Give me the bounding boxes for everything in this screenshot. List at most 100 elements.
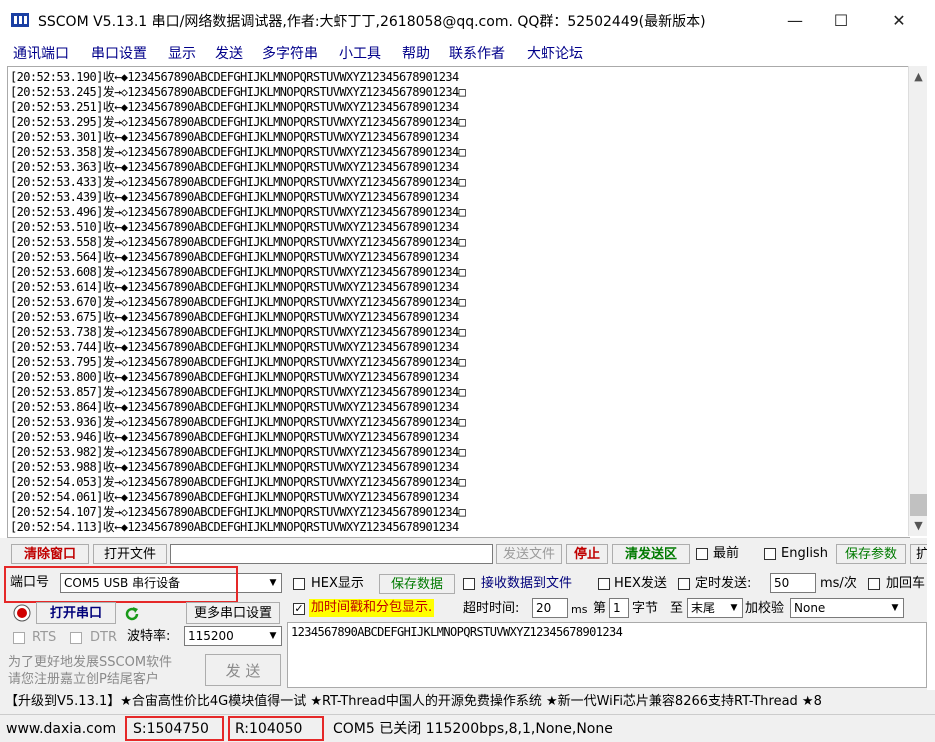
topmost-checkbox[interactable] [696, 548, 708, 560]
log-line: [20:52:53.800]收←◆1234567890ABCDEFGHIJKLM… [10, 370, 459, 384]
byte-unit-label: 字节 [632, 601, 659, 616]
save-data-button[interactable]: 保存数据 [379, 574, 455, 594]
more-serial-settings-button[interactable]: 更多串口设置 [186, 602, 280, 624]
maximize-button[interactable]: ☐ [818, 8, 864, 34]
chevron-down-icon[interactable]: ▼ [887, 599, 903, 617]
log-line: [20:52:54.107]发→◇1234567890ABCDEFGHIJKLM… [10, 505, 466, 519]
recv-to-file-checkbox[interactable] [463, 578, 475, 590]
promo-line-2[interactable]: 请您注册嘉立创P结尾客户 [8, 671, 159, 689]
scroll-thumb[interactable] [910, 494, 927, 516]
log-scrollbar[interactable]: ▲ ▼ [908, 66, 928, 536]
english-label: English [781, 546, 828, 561]
baud-rate-label: 波特率: [127, 629, 171, 644]
rts-label: RTS [32, 630, 57, 645]
log-line: [20:52:53.564]收←◆1234567890ABCDEFGHIJKLM… [10, 250, 459, 264]
send-file-button[interactable]: 发送文件 [496, 544, 562, 564]
menu-contact-author[interactable]: 联系作者 [449, 43, 505, 63]
to-label: 至 [670, 601, 684, 616]
receive-log[interactable]: [20:52:53.190]收←◆1234567890ABCDEFGHIJKLM… [7, 66, 910, 538]
save-params-button[interactable]: 保存参数 [836, 544, 906, 564]
hex-send-label: HEX发送 [614, 576, 667, 591]
menu-serial-settings[interactable]: 串口设置 [91, 43, 147, 63]
scroll-up-icon[interactable]: ▲ [909, 68, 928, 85]
clear-send-button[interactable]: 清发送区 [612, 544, 690, 564]
log-line: [20:52:53.744]收←◆1234567890ABCDEFGHIJKLM… [10, 340, 459, 354]
english-checkbox[interactable] [764, 548, 776, 560]
log-line: [20:52:53.439]收←◆1234567890ABCDEFGHIJKLM… [10, 190, 459, 204]
topmost-label: 最前 [713, 546, 740, 561]
received-highlight-box [228, 716, 324, 741]
timed-send-label: 定时发送: [695, 576, 752, 591]
chevron-down-icon[interactable]: ▼ [265, 574, 281, 592]
end-select[interactable]: 末尾 ▼ [687, 598, 743, 618]
end-select-value: 末尾 [691, 601, 716, 615]
log-line: [20:52:54.113]收←◆1234567890ABCDEFGHIJKLM… [10, 520, 459, 534]
log-line: [20:52:53.982]发→◇1234567890ABCDEFGHIJKLM… [10, 445, 466, 459]
timestamp-label: 加时间戳和分包显示. [309, 599, 435, 617]
open-port-button[interactable]: 打开串口 [36, 602, 116, 624]
log-line: [20:52:53.864]收←◆1234567890ABCDEFGHIJKLM… [10, 400, 459, 414]
send-button[interactable]: 发 送 [205, 654, 281, 686]
baud-rate-select[interactable]: 115200 ▼ [184, 626, 282, 646]
news-ticker[interactable]: 【升级到V5.13.1】★合宙高性价比4G模块值得一试 ★RT-Thread中国… [0, 690, 935, 714]
rts-checkbox[interactable] [13, 632, 25, 644]
timeout-label: 超时时间: [463, 601, 520, 616]
log-line: [20:52:53.301]收←◆1234567890ABCDEFGHIJKLM… [10, 130, 459, 144]
log-line: [20:52:53.510]收←◆1234567890ABCDEFGHIJKLM… [10, 220, 459, 234]
log-line: [20:52:53.295]发→◇1234567890ABCDEFGHIJKLM… [10, 115, 466, 129]
log-line: [20:52:53.251]收←◆1234567890ABCDEFGHIJKLM… [10, 100, 459, 114]
menu-comm-port[interactable]: 通讯端口 [13, 43, 69, 63]
log-line: [20:52:54.061]收←◆1234567890ABCDEFGHIJKLM… [10, 490, 459, 504]
log-line: [20:52:53.675]收←◆1234567890ABCDEFGHIJKLM… [10, 310, 459, 324]
window-right-edge [927, 66, 935, 690]
log-line: [20:52:53.670]发→◇1234567890ABCDEFGHIJKLM… [10, 295, 466, 309]
log-line: [20:52:53.795]发→◇1234567890ABCDEFGHIJKLM… [10, 355, 466, 369]
log-line: [20:52:54.053]发→◇1234567890ABCDEFGHIJKLM… [10, 475, 466, 489]
refresh-icon[interactable] [123, 605, 141, 623]
file-path-input[interactable] [170, 544, 493, 564]
menu-forum[interactable]: 大虾论坛 [527, 43, 583, 63]
menu-multi-string[interactable]: 多字符串 [262, 43, 318, 63]
stop-button[interactable]: 停止 [566, 544, 608, 564]
checksum-select[interactable]: None ▼ [790, 598, 904, 618]
interval-input[interactable]: 50 [770, 573, 816, 593]
app-icon [11, 13, 29, 27]
promo-line-1[interactable]: 为了更好地发展SSCOM软件 [8, 654, 172, 672]
log-line: [20:52:53.358]发→◇1234567890ABCDEFGHIJKLM… [10, 145, 466, 159]
byte-index-input[interactable]: 1 [609, 598, 629, 618]
log-line: [20:52:53.857]发→◇1234567890ABCDEFGHIJKLM… [10, 385, 466, 399]
log-line: [20:52:53.433]发→◇1234567890ABCDEFGHIJKLM… [10, 175, 466, 189]
hex-send-checkbox[interactable] [598, 578, 610, 590]
log-line: [20:52:53.738]发→◇1234567890ABCDEFGHIJKLM… [10, 325, 466, 339]
baud-rate-value: 115200 [188, 629, 234, 643]
website-link[interactable]: www.daxia.com [3, 719, 116, 739]
menu-help[interactable]: 帮助 [402, 43, 430, 63]
log-line: [20:52:53.988]收←◆1234567890ABCDEFGHIJKLM… [10, 460, 459, 474]
byte-prefix-label: 第 [593, 601, 607, 616]
menu-tools[interactable]: 小工具 [339, 43, 381, 63]
chevron-down-icon[interactable]: ▼ [726, 599, 742, 617]
add-newline-label: 加回车 [886, 576, 926, 591]
log-line: [20:52:53.936]发→◇1234567890ABCDEFGHIJKLM… [10, 415, 466, 429]
scroll-down-icon[interactable]: ▼ [909, 517, 928, 534]
log-line: [20:52:53.190]收←◆1234567890ABCDEFGHIJKLM… [10, 70, 459, 84]
recv-to-file-label: 接收数据到文件 [481, 576, 573, 591]
menu-display[interactable]: 显示 [168, 43, 196, 63]
sent-highlight-box [125, 716, 224, 741]
add-newline-checkbox[interactable] [868, 578, 880, 590]
open-file-button[interactable]: 打开文件 [93, 544, 167, 564]
send-text-area[interactable]: 1234567890ABCDEFGHIJKLMNOPQRSTUVWXYZ1234… [287, 622, 927, 688]
clear-window-button[interactable]: 清除窗口 [11, 544, 89, 564]
chevron-down-icon[interactable]: ▼ [265, 627, 281, 645]
minimize-button[interactable]: — [772, 8, 818, 34]
timed-send-checkbox[interactable] [678, 578, 690, 590]
close-button[interactable]: ✕ [876, 8, 922, 34]
dtr-checkbox[interactable] [70, 632, 82, 644]
timestamp-checkbox[interactable]: ✓ [293, 603, 305, 615]
port-highlight-box [4, 566, 238, 603]
hex-display-checkbox[interactable] [293, 578, 305, 590]
checksum-select-value: None [794, 601, 826, 615]
checksum-label: 加校验 [745, 601, 785, 616]
menu-send[interactable]: 发送 [215, 43, 243, 63]
timeout-input[interactable]: 20 [532, 598, 568, 618]
